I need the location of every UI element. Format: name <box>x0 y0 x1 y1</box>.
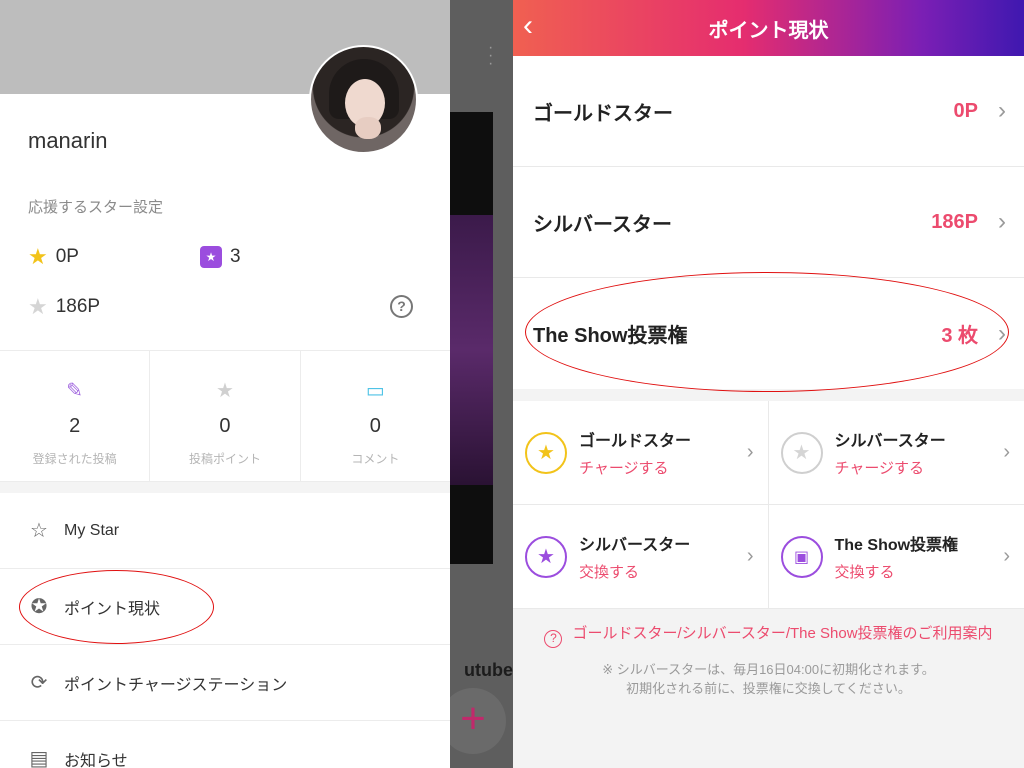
silver-points-value: 186P <box>55 296 101 317</box>
row-gold-star[interactable]: ゴールドスター 0P › <box>513 56 1024 167</box>
chevron-right-icon: › <box>746 441 754 463</box>
dimmed-background[interactable]: · · · utube + <box>450 0 513 768</box>
background-text: utube <box>464 660 513 680</box>
exchange-silver-star-button[interactable]: ★ シルバースター 交換する › <box>513 505 769 609</box>
menu-item-label: ポイントチャージステーション <box>64 676 288 694</box>
silver-star-icon: ★ <box>780 431 823 474</box>
charge-silver-star-button[interactable]: ★ シルバースター チャージする › <box>768 401 1024 505</box>
star-setting-link[interactable]: 応援するスター設定 <box>28 196 163 217</box>
ticket-icon: ★ <box>200 246 222 268</box>
action-subtitle: チャージする <box>579 460 669 477</box>
question-circle-icon: ? <box>544 630 563 648</box>
row-label: シルバースター <box>533 213 672 236</box>
chevron-right-icon: › <box>746 545 754 567</box>
gold-points: ★ 0P <box>28 246 79 268</box>
question-circle-icon[interactable]: ? <box>390 295 413 318</box>
comments-count[interactable]: ▭ 0 コメント <box>301 351 450 481</box>
post-points-count[interactable]: ★ 0 投稿ポイント <box>150 351 301 481</box>
usage-guide-text: ゴールドスター/シルバースター/The Show投票権のご利用案内 <box>572 625 993 642</box>
menu-item-label: My Star <box>64 521 120 539</box>
chevron-right-icon: › <box>1003 545 1010 567</box>
posts-count-label: 登録された投稿 <box>32 452 117 466</box>
row-silver-star[interactable]: シルバースター 186P › <box>513 167 1024 278</box>
avatar[interactable] <box>309 45 418 154</box>
background-thumbnail <box>450 215 493 485</box>
notice-icon: ▤ <box>29 748 49 768</box>
posts-count-value: 2 <box>69 415 81 437</box>
annotation-ellipse-point-status <box>19 570 214 644</box>
username: manarin <box>28 128 108 153</box>
reset-note-line-2: 初期化される前に、投票権に交換してください。 <box>626 681 911 696</box>
chevron-right-icon: › <box>998 97 1006 124</box>
charge-gold-star-button[interactable]: ★ ゴールドスター チャージする › <box>513 401 769 505</box>
star-outline-icon: ☆ <box>30 520 48 542</box>
silver-star-icon: ★ <box>28 294 48 319</box>
ticket-count: ★ 3 <box>200 246 241 268</box>
reset-note-line-1: ※ シルバースターは、毎月16日04:00に初期化されます。 <box>602 662 935 677</box>
menu-item-charge-station[interactable]: ⟳ ポイントチャージステーション <box>0 645 450 721</box>
action-title: シルバースター <box>834 433 946 450</box>
charge-station-icon: ⟳ <box>30 672 48 694</box>
more-options-icon: · · · <box>488 39 494 72</box>
annotation-ellipse-vote-tickets <box>525 272 1009 392</box>
action-subtitle: 交換する <box>579 564 640 581</box>
silver-exchange-icon: ★ <box>525 535 567 578</box>
post-points-label: 投稿ポイント <box>188 452 261 466</box>
divider <box>0 482 450 493</box>
pencil-icon: ✎ <box>66 380 84 402</box>
row-value: 0P <box>953 99 978 122</box>
header-bar: ‹ ポイント現状 <box>513 0 1024 56</box>
silver-points: ★ 186P <box>28 296 100 318</box>
row-label: ゴールドスター <box>533 102 673 125</box>
comment-icon: ▭ <box>365 380 385 402</box>
row-value: 186P <box>931 210 978 233</box>
gold-star-icon: ★ <box>525 431 567 474</box>
menu-item-notice[interactable]: ▤ お知らせ <box>0 721 450 768</box>
posts-count[interactable]: ✎ 2 登録された投稿 <box>0 351 151 481</box>
side-drawer: manarin 応援するスター設定 ★ 0P ★ 3 ★ 186P ? ✎ 2 … <box>0 0 450 768</box>
menu-item-my-star[interactable]: ☆ My Star <box>0 493 450 569</box>
comments-count-label: コメント <box>351 452 400 466</box>
post-points-value: 0 <box>219 415 231 437</box>
action-title: ゴールドスター <box>579 433 692 450</box>
usage-notice: ? ゴールドスター/シルバースター/The Show投票権のご利用案内 ※ シル… <box>513 609 1024 698</box>
chevron-right-icon: › <box>998 208 1006 235</box>
action-title: シルバースター <box>579 537 691 554</box>
activity-counts: ✎ 2 登録された投稿 ★ 0 投稿ポイント ▭ 0 コメント <box>0 350 450 482</box>
action-subtitle: 交換する <box>834 564 895 581</box>
reset-note: ※ シルバースターは、毎月16日04:00に初期化されます。 初期化される前に、… <box>513 660 1024 698</box>
action-subtitle: チャージする <box>834 460 925 477</box>
chevron-right-icon: › <box>1003 441 1010 463</box>
action-title: The Show投票権 <box>834 537 959 554</box>
action-grid: ★ ゴールドスター チャージする › ★ シルバースター チャージする › ★ … <box>513 401 1024 609</box>
menu-item-label: お知らせ <box>64 752 128 768</box>
usage-guide-link[interactable]: ? ゴールドスター/シルバースター/The Show投票権のご利用案内 <box>513 623 1024 648</box>
ticket-exchange-icon: ▣ <box>780 535 823 578</box>
gold-star-icon: ★ <box>28 244 48 269</box>
comments-count-value: 0 <box>369 415 381 437</box>
page-title: ポイント現状 <box>708 20 829 42</box>
add-post-button: + <box>450 688 506 754</box>
exchange-vote-ticket-button[interactable]: ▣ The Show投票権 交換する › <box>768 505 1024 609</box>
ticket-count-value: 3 <box>230 246 241 267</box>
gold-points-value: 0P <box>55 246 79 267</box>
star-icon: ★ <box>216 380 234 402</box>
